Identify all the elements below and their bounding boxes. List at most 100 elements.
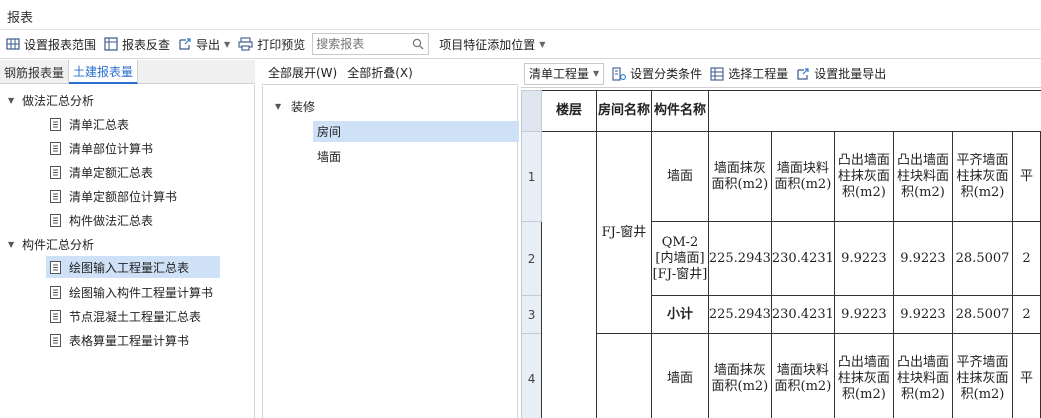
chevron-down-icon: ▼ <box>224 39 231 49</box>
tab-rebar-report[interactable]: 钢筋报表量 <box>0 60 70 84</box>
cell-component: QM-2 [内墙面][FJ-窗井] <box>651 221 709 296</box>
quantity-type-dropdown[interactable]: 清单工程量 ▼ <box>524 62 605 85</box>
table-search-icon <box>104 37 118 51</box>
document-icon <box>50 165 61 179</box>
set-category-button[interactable]: 设置分类条件 <box>608 63 706 85</box>
export-icon <box>179 38 191 50</box>
qty-header: 凸出墙面柱抹灰面积(m2) <box>833 131 894 222</box>
select-quantity-label: 选择工程量 <box>728 67 789 81</box>
chevron-down-icon[interactable]: ▼ <box>8 96 22 105</box>
tree-item[interactable]: 清单定额部位计算书 <box>50 185 177 207</box>
tree-item-selected[interactable]: 绘图输入工程量汇总表 <box>46 256 220 278</box>
tree-item[interactable]: 构件做法汇总表 <box>50 209 153 231</box>
tree-item[interactable]: 节点混凝土工程量汇总表 <box>50 305 201 327</box>
header-floor: 楼层 <box>541 90 597 132</box>
export-button[interactable]: 导出 ▼ <box>174 33 234 55</box>
qty-header: 墙面块料面积(m2) <box>770 333 835 418</box>
row-number[interactable]: 4 <box>521 333 543 418</box>
qty-header: 凸出墙面柱块料面积(m2) <box>892 131 953 222</box>
tree-group-label: 构件汇总分析 <box>22 237 95 252</box>
cell-value: 230.4231 <box>770 295 835 334</box>
tree-item[interactable]: 清单部位计算书 <box>50 137 153 159</box>
tree-item[interactable]: 绘图输入构件工程量计算书 <box>50 281 213 303</box>
set-category-label: 设置分类条件 <box>630 67 703 81</box>
report-search-input[interactable] <box>313 34 406 54</box>
tree-group-label: 做法汇总分析 <box>22 93 95 108</box>
category-root[interactable]: ▼ 装修 <box>275 96 315 117</box>
qty-header: 平 <box>1012 131 1041 222</box>
cell-value: 9.9223 <box>833 295 894 334</box>
tab-civil-report[interactable]: 土建报表量 <box>69 60 139 84</box>
cell-value: 230.4231 <box>770 221 835 296</box>
report-review-button[interactable]: 报表反查 <box>100 33 174 55</box>
chevron-down-icon[interactable]: ▼ <box>8 240 22 249</box>
qty-header: 墙面块料面积(m2) <box>770 131 835 222</box>
printer-icon <box>238 37 253 51</box>
document-icon <box>50 189 61 203</box>
report-grid-toolbar: 清单工程量 ▼ 设置分类条件 选择工程量 设置批量导出 <box>521 60 1041 88</box>
qty-header: 平齐墙面柱抹灰面积(m2) <box>951 333 1014 418</box>
cell-subtotal: 小计 <box>651 295 709 334</box>
tree-item-label: 清单汇总表 <box>69 117 130 132</box>
chevron-down-icon: ▼ <box>593 69 600 78</box>
expand-all-button[interactable]: 全部展开(W) <box>268 64 337 81</box>
qty-header: 平齐墙面柱抹灰面积(m2) <box>951 131 1014 222</box>
document-icon <box>50 213 61 227</box>
tree-item-label: 清单部位计算书 <box>69 141 154 156</box>
row-number[interactable]: 2 <box>521 221 543 296</box>
header-component: 构件名称 <box>651 90 709 132</box>
set-batch-export-label: 设置批量导出 <box>814 67 887 81</box>
chevron-down-icon: ▼ <box>539 39 546 49</box>
qty-header: 墙面抹灰面积(m2) <box>707 333 772 418</box>
collapse-all-button[interactable]: 全部折叠(X) <box>347 64 413 81</box>
window-title: 报表 <box>7 11 34 26</box>
category-tree: ▼ 装修 房间 墙面 <box>262 86 519 418</box>
header-room: 房间名称 <box>595 90 653 132</box>
report-tree: ▼ 做法汇总分析 清单汇总表 清单部位计算书 清单定额汇总表 清单定额部位计算书… <box>0 85 255 418</box>
category-root-label: 装修 <box>291 100 316 114</box>
qty-header: 墙面抹灰面积(m2) <box>707 131 772 222</box>
cell-value: 28.5007 <box>951 221 1014 296</box>
category-item-room[interactable]: 房间 <box>313 121 519 142</box>
cell-room <box>595 333 653 418</box>
search-icon[interactable] <box>412 38 424 50</box>
main-toolbar: 设置报表范围 报表反查 导出 ▼ 打印预览 项目特征添加位置 ▼ <box>0 30 1041 59</box>
category-item-wall[interactable]: 墙面 <box>317 146 341 167</box>
tree-group-method-summary[interactable]: ▼ 做法汇总分析 <box>8 89 94 111</box>
qty-header: 平 <box>1012 333 1041 418</box>
cell-value: 28.5007 <box>951 295 1014 334</box>
document-icon <box>50 333 61 347</box>
grid-settings-icon <box>6 38 20 50</box>
feature-position-dropdown[interactable]: 项目特征添加位置 ▼ <box>435 33 549 55</box>
category-icon <box>612 66 627 81</box>
cell-value: 9.9223 <box>833 221 894 296</box>
tree-item[interactable]: 表格算量工程量计算书 <box>50 329 189 351</box>
tree-item-label: 构件做法汇总表 <box>69 213 154 228</box>
print-preview-button[interactable]: 打印预览 <box>234 33 309 55</box>
tree-item[interactable]: 清单定额汇总表 <box>50 161 153 183</box>
document-icon <box>50 260 61 274</box>
grid-corner <box>521 90 543 132</box>
feature-position-label: 项目特征添加位置 <box>439 37 536 52</box>
row-number[interactable]: 3 <box>521 295 543 334</box>
tree-group-component-summary[interactable]: ▼ 构件汇总分析 <box>8 233 94 255</box>
row-number[interactable]: 1 <box>521 131 543 222</box>
tree-item-label: 绘图输入工程量汇总表 <box>69 260 190 275</box>
cell-component: 墙面 <box>651 333 709 418</box>
tree-item[interactable]: 清单汇总表 <box>50 113 129 135</box>
select-quantity-button[interactable]: 选择工程量 <box>706 63 792 85</box>
report-grid: 楼层 房间名称 构件名称 1 FJ-窗井 墙面 墙面抹灰面积(m2) 墙面块料面… <box>521 90 1041 418</box>
qty-header: 凸出墙面柱抹灰面积(m2) <box>833 333 894 418</box>
category-item-label: 墙面 <box>317 150 342 164</box>
set-batch-export-button[interactable]: 设置批量导出 <box>792 63 890 85</box>
cell-value: 9.9223 <box>892 295 953 334</box>
set-report-range-button[interactable]: 设置报表范围 <box>2 33 100 55</box>
print-preview-label: 打印预览 <box>257 37 306 52</box>
chevron-down-icon[interactable]: ▼ <box>275 102 289 111</box>
report-search-box <box>312 33 430 55</box>
export-label: 导出 <box>196 37 221 52</box>
cell-floor <box>541 131 597 418</box>
export-icon <box>797 67 809 80</box>
tree-item-label: 表格算量工程量计算书 <box>69 333 190 348</box>
report-review-label: 报表反查 <box>122 37 171 52</box>
